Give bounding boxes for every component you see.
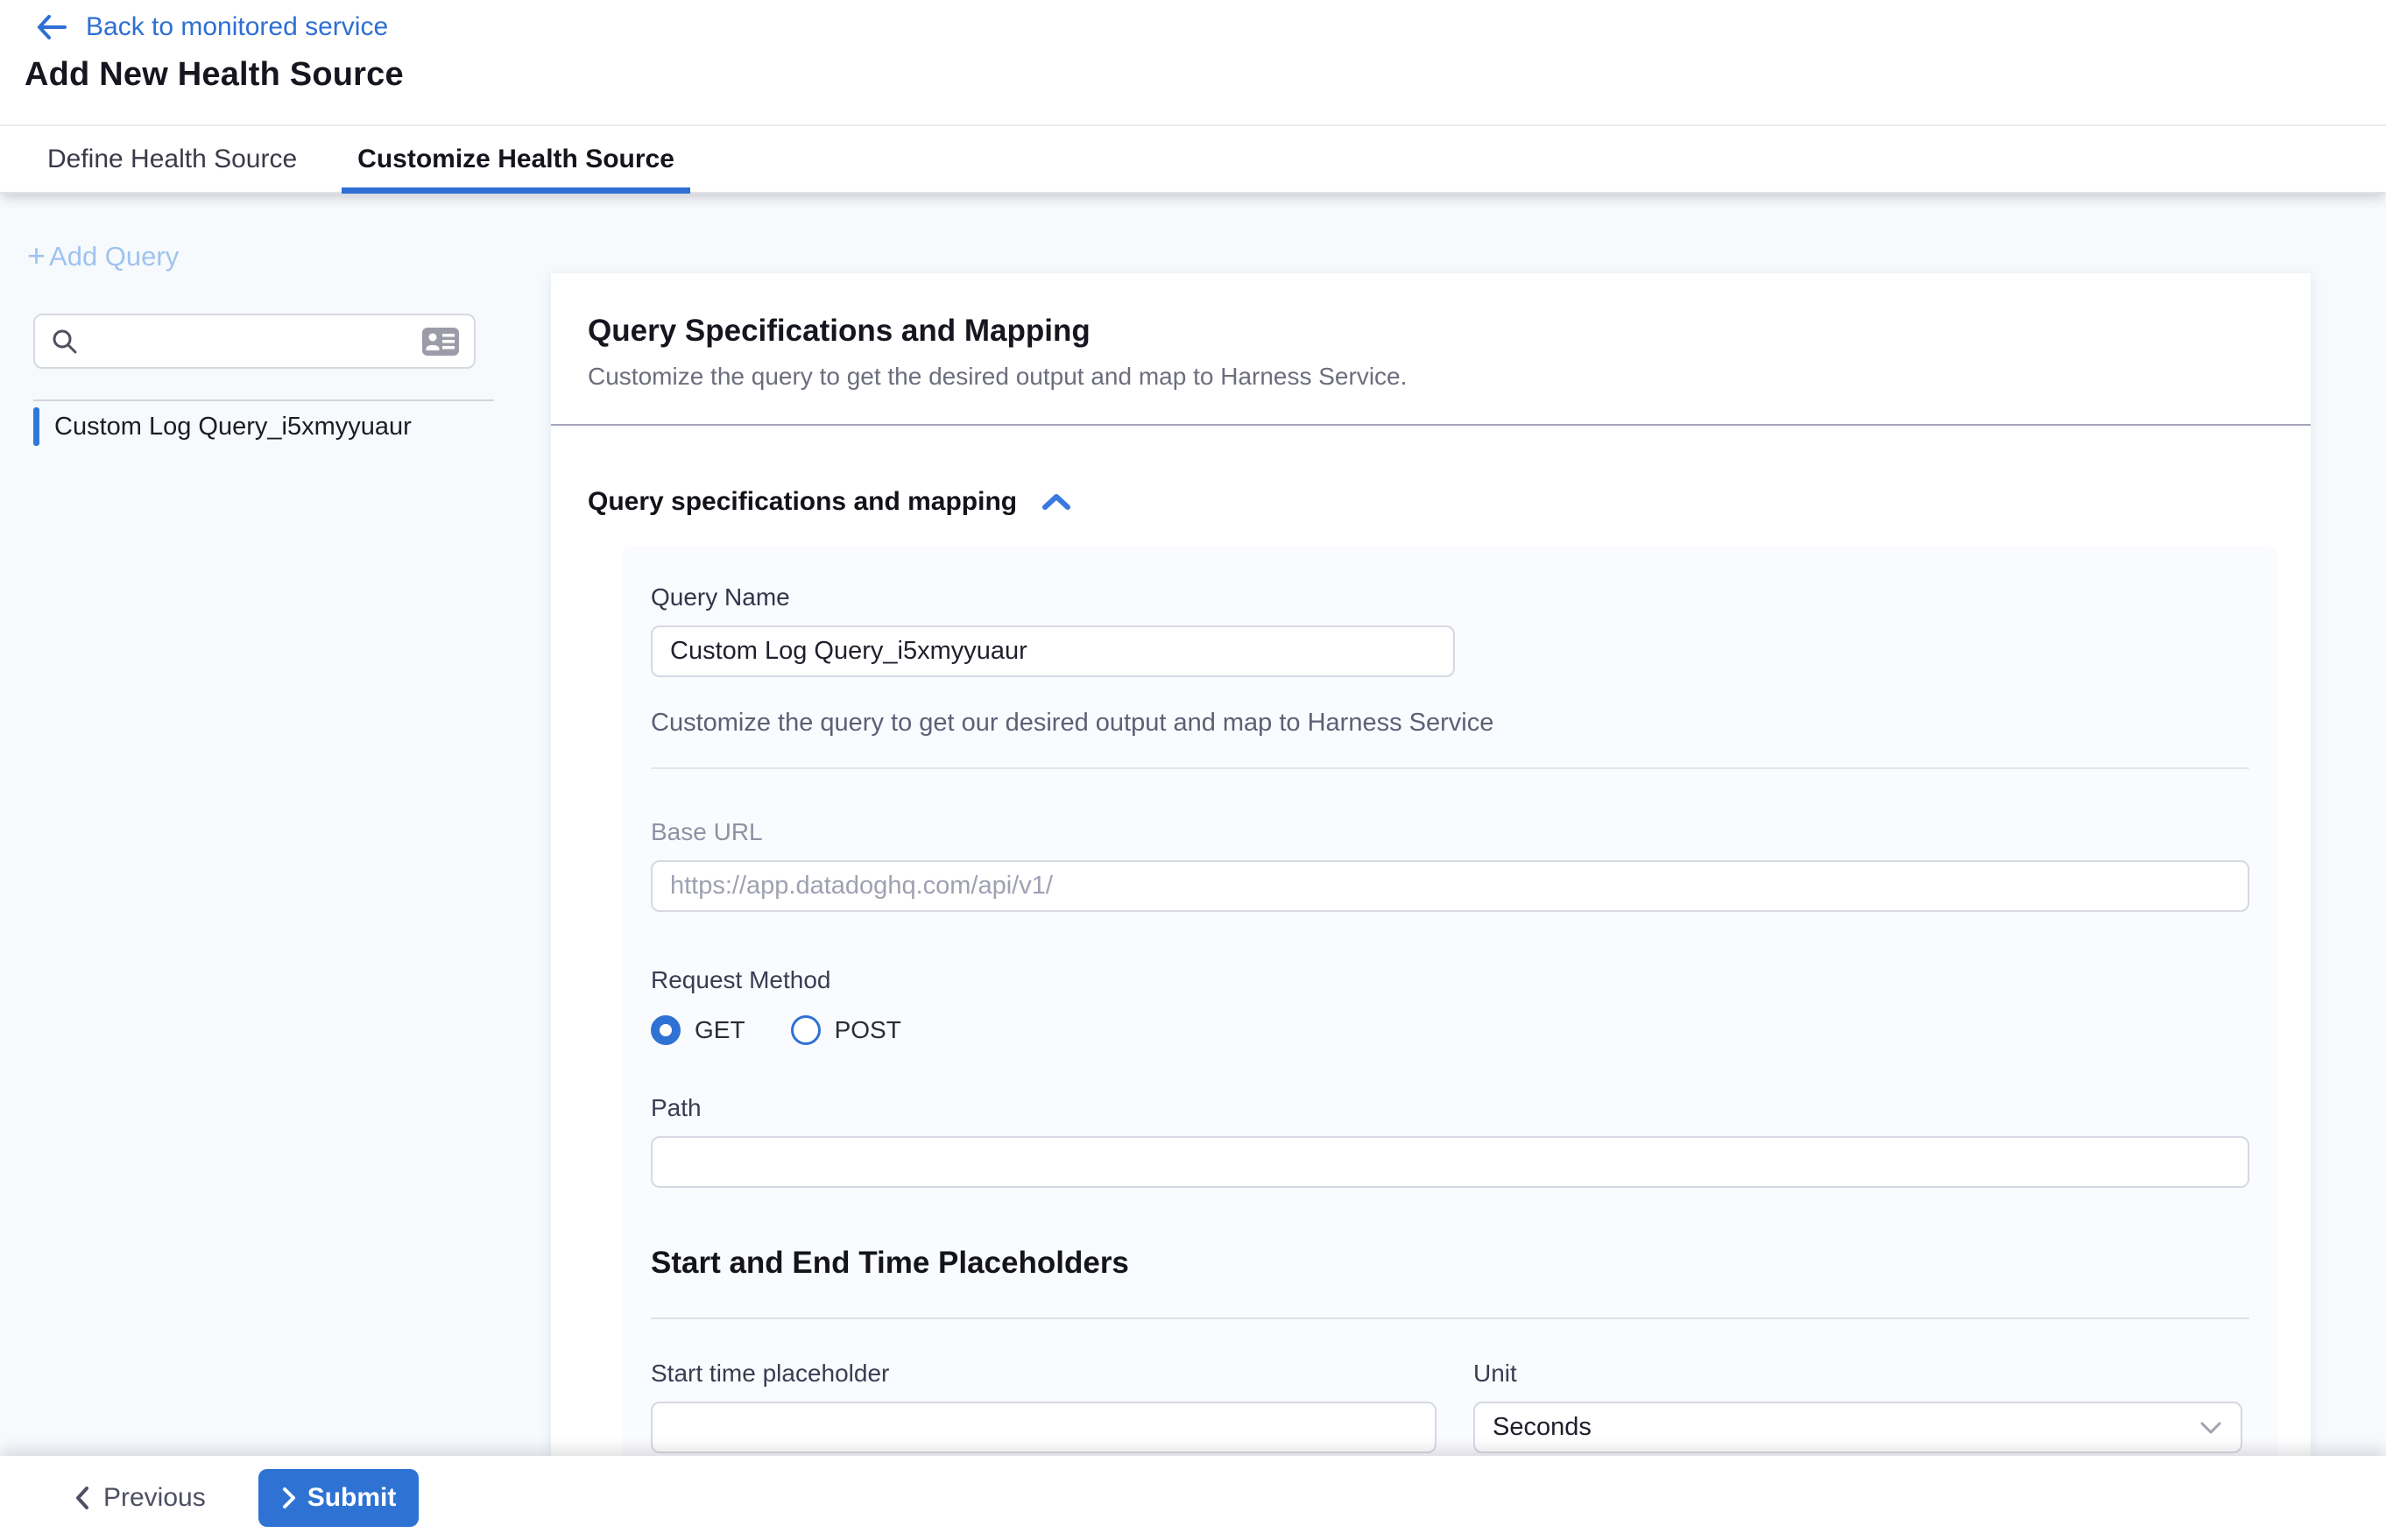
placeholders-heading: Start and End Time Placeholders — [651, 1246, 2249, 1281]
start-time-label: Start time placeholder — [651, 1360, 1437, 1388]
submit-button[interactable]: Submit — [258, 1469, 420, 1527]
query-name-label: Query Name — [651, 583, 2249, 611]
content-area: + Add Query Custom Log Query_i5xmyyuaur — [0, 195, 2386, 1456]
panel-title: Query Specifications and Mapping — [588, 314, 2274, 349]
page-header: Back to monitored service Add New Health… — [0, 0, 2386, 124]
submit-button-label: Submit — [307, 1483, 397, 1513]
previous-button[interactable]: Previous — [74, 1471, 222, 1525]
tab-bar: Define Health Source Customize Health So… — [0, 124, 2386, 194]
footer-bar: Previous Submit — [0, 1456, 2386, 1540]
path-label: Path — [651, 1094, 2249, 1122]
search-input[interactable] — [91, 328, 421, 356]
radio-get-circle — [651, 1015, 681, 1045]
back-link-label: Back to monitored service — [86, 12, 388, 42]
request-method-radio-group: GET POST — [651, 1015, 2249, 1045]
arrow-left-icon — [35, 13, 68, 41]
query-list-item[interactable]: Custom Log Query_i5xmyyuaur — [33, 406, 412, 447]
radio-get[interactable]: GET — [651, 1015, 745, 1045]
chevron-down-icon — [2199, 1420, 2223, 1436]
start-time-input[interactable] — [651, 1402, 1437, 1453]
form-divider — [651, 767, 2249, 769]
path-input[interactable] — [651, 1136, 2249, 1188]
query-name-input[interactable] — [651, 625, 1455, 677]
placeholders-divider — [651, 1317, 2249, 1319]
tab-customize-health-source[interactable]: Customize Health Source — [342, 126, 690, 192]
back-link[interactable]: Back to monitored service — [35, 12, 388, 42]
query-form-card: Query Name Customize the query to get ou… — [623, 547, 2277, 1456]
request-method-label: Request Method — [651, 966, 2249, 994]
search-icon — [51, 328, 79, 356]
section-header-row: Query specifications and mapping — [588, 487, 2311, 517]
previous-button-label: Previous — [103, 1483, 206, 1513]
plus-icon: + — [27, 240, 46, 272]
chevron-left-icon — [74, 1486, 91, 1510]
query-item-label: Custom Log Query_i5xmyyuaur — [54, 413, 412, 442]
radio-get-label: GET — [695, 1016, 745, 1044]
tab-define-health-source[interactable]: Define Health Source — [46, 126, 299, 192]
chevron-up-icon — [1041, 492, 1071, 512]
query-list-divider — [33, 399, 494, 401]
selected-indicator — [33, 407, 39, 446]
radio-post-label: POST — [835, 1016, 901, 1044]
unit-select[interactable]: Seconds — [1473, 1402, 2242, 1453]
contact-card-icon[interactable] — [421, 327, 460, 357]
base-url-input[interactable] — [651, 860, 2249, 912]
add-query-button[interactable]: + Add Query — [27, 241, 179, 272]
page-title: Add New Health Source — [25, 56, 404, 94]
panel-divider — [551, 424, 2311, 426]
chevron-right-icon — [281, 1487, 297, 1509]
base-url-label: Base URL — [651, 818, 2249, 846]
section-heading: Query specifications and mapping — [588, 487, 1017, 517]
radio-post[interactable]: POST — [791, 1015, 901, 1045]
query-search-box — [33, 314, 476, 369]
add-query-label: Add Query — [49, 241, 179, 272]
query-spec-panel: Query Specifications and Mapping Customi… — [551, 273, 2311, 1456]
active-tab-underline — [342, 187, 690, 194]
tab-label: Customize Health Source — [357, 145, 674, 174]
query-name-helper: Customize the query to get our desired o… — [651, 709, 2249, 738]
panel-header: Query Specifications and Mapping Customi… — [551, 273, 2311, 391]
radio-post-circle — [791, 1015, 821, 1045]
unit-select-value: Seconds — [1493, 1413, 1592, 1442]
collapse-section-button[interactable] — [1041, 492, 1071, 512]
panel-subtitle: Customize the query to get the desired o… — [588, 363, 2274, 391]
unit-label: Unit — [1473, 1360, 2242, 1388]
